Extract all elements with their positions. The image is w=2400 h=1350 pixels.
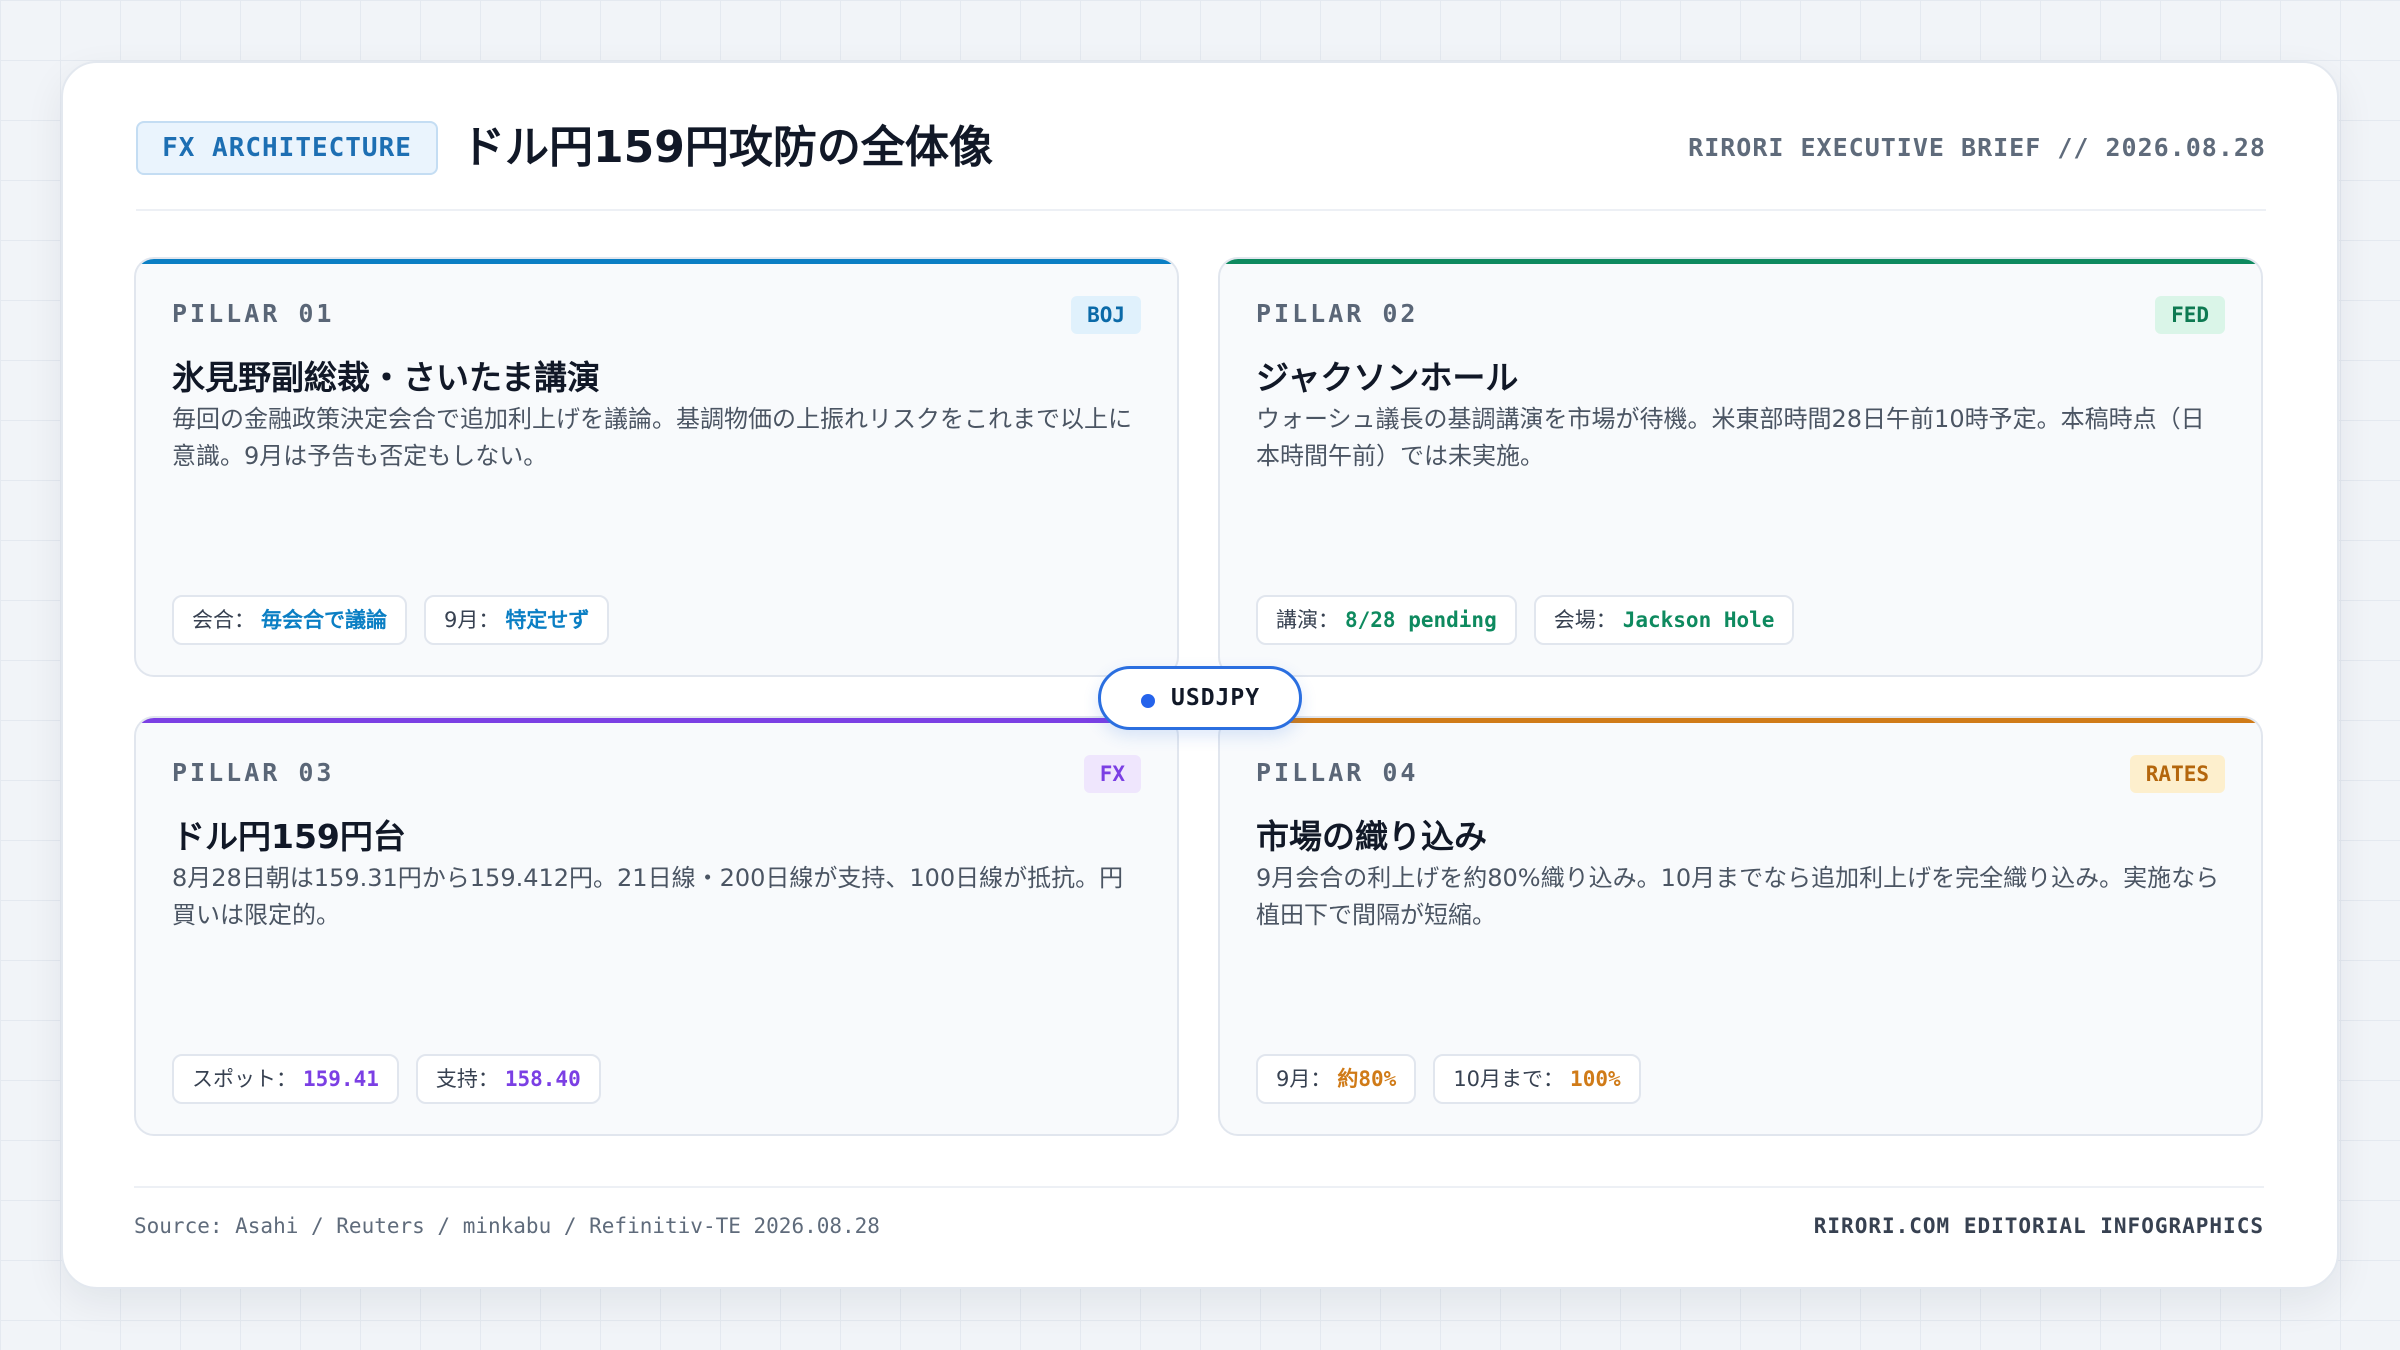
chip-label: 会場： <box>1553 608 1617 632</box>
metric-chip: 講演： 8/28 pending <box>1256 595 1517 645</box>
pillar-boj: PILLAR 01 BOJ 氷見野副総裁・さいたま講演 毎回の金融政策決定会合で… <box>134 257 1179 677</box>
metric-chip: スポット： 159.41 <box>172 1054 399 1104</box>
pillar-chips: 9月： 約80% 10月まで： 100% <box>1256 1054 1641 1104</box>
pillar-number: PILLAR 03 <box>172 758 335 787</box>
chip-value: 特定せず <box>505 608 590 632</box>
metric-chip: 9月： 特定せず <box>424 595 610 645</box>
pillar-chips: 会合： 毎会合で議論 9月： 特定せず <box>172 595 610 645</box>
pillar-number: PILLAR 04 <box>1256 758 1419 787</box>
metric-chip: 9月： 約80% <box>1256 1054 1417 1104</box>
credit-label: RIRORI.COM EDITORIAL INFOGRAPHICS <box>1813 1214 2264 1238</box>
chip-label: 9月： <box>444 608 500 632</box>
chip-label: 10月まで： <box>1453 1067 1565 1091</box>
header: FX ARCHITECTURE ドル円159円攻防の全体像 RIRORI EXE… <box>136 121 2266 211</box>
pillar-chips: 講演： 8/28 pending 会場： Jackson Hole <box>1256 595 1795 645</box>
pillar-description: 9月会合の利上げを約80%織り込み。10月までなら追加利上げを完全織り込み。実施… <box>1256 864 2220 929</box>
pillar-description: 8月28日朝は159.31円から159.412円。21日線・200日線が支持、1… <box>172 864 1124 929</box>
pillar-rates: PILLAR 04 RATES 市場の織り込み 9月会合の利上げを約80%織り込… <box>1218 716 2263 1136</box>
chip-label: 会合： <box>192 608 255 632</box>
hub-label: USDJPY <box>1171 685 1261 711</box>
chip-label: 支持： <box>435 1067 499 1091</box>
pillar-description: ウォーシュ議長の基調講演を市場が待機。米東部時間28日午前10時予定。本稿時点（… <box>1256 405 2205 470</box>
pillar-number: PILLAR 01 <box>172 299 335 328</box>
footer: Source: Asahi / Reuters / minkabu / Refi… <box>134 1186 2264 1242</box>
chip-value: 8/28 pending <box>1345 608 1497 632</box>
metric-chip: 支持： 158.40 <box>415 1054 601 1104</box>
pillar-badge: FX <box>1083 755 1141 793</box>
chip-label: スポット： <box>192 1067 297 1091</box>
pillar-badge: BOJ <box>1071 296 1141 334</box>
category-tag: FX ARCHITECTURE <box>136 121 438 175</box>
chip-value: 約80% <box>1337 1067 1397 1091</box>
chip-value: 159.41 <box>303 1067 379 1091</box>
chip-value: 毎会合で議論 <box>261 608 387 632</box>
pillar-title: 氷見野副総裁・さいたま講演 <box>172 358 601 397</box>
metric-chip: 会場： Jackson Hole <box>1533 595 1795 645</box>
pillar-title: 市場の織り込み <box>1256 817 1487 856</box>
chip-value: Jackson Hole <box>1622 608 1775 632</box>
chip-label: 講演： <box>1276 608 1339 632</box>
brief-label: RIRORI EXECUTIVE BRIEF // 2026.08.28 <box>1688 133 2266 162</box>
pillar-title: ジャクソンホール <box>1256 358 1519 397</box>
chip-value: 158.40 <box>504 1067 581 1091</box>
pillar-chips: スポット： 159.41 支持： 158.40 <box>172 1054 601 1104</box>
source-note: Source: Asahi / Reuters / minkabu / Refi… <box>134 1214 880 1238</box>
pillar-title: ドル円159円台 <box>172 817 406 856</box>
pillar-description: 毎回の金融政策決定会合で追加利上げを議論。基調物価の上振れリスクをこれまで以上に… <box>172 405 1132 470</box>
pillar-badge: RATES <box>2129 755 2225 793</box>
pillar-number: PILLAR 02 <box>1256 299 1419 328</box>
page-title: ドル円159円攻防の全体像 <box>461 122 993 173</box>
pillar-badge: FED <box>2155 296 2225 334</box>
pillar-fed: PILLAR 02 FED ジャクソンホール ウォーシュ議長の基調講演を市場が待… <box>1218 257 2263 677</box>
pillar-fx: PILLAR 03 FX ドル円159円台 8月28日朝は159.31円から15… <box>134 716 1179 1136</box>
usdjpy-hub: USDJPY <box>1098 666 1302 730</box>
chip-label: 9月： <box>1276 1067 1332 1091</box>
chip-value: 100% <box>1570 1067 1621 1091</box>
metric-chip: 会合： 毎会合で議論 <box>172 595 407 645</box>
metric-chip: 10月まで： 100% <box>1433 1054 1641 1104</box>
hub-dot-icon <box>1141 694 1155 708</box>
